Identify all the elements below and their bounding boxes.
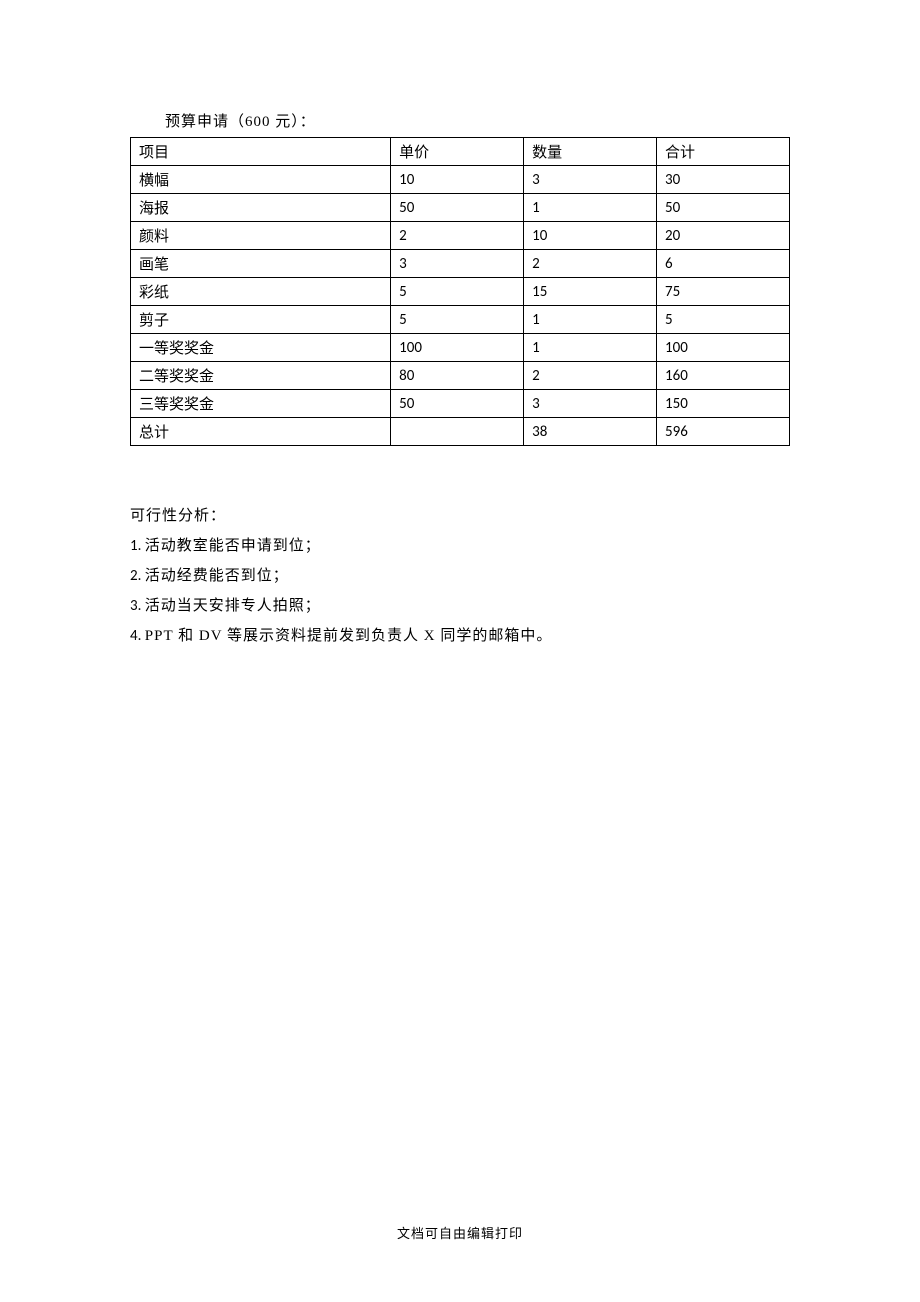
- cell-item: 剪子: [131, 306, 391, 334]
- header-unit-price: 单价: [391, 138, 524, 166]
- table-row: 一等奖奖金 100 1 100: [131, 334, 790, 362]
- cell-quantity: 2: [524, 362, 657, 390]
- cell-unit-price: 5: [391, 278, 524, 306]
- cell-item: 三等奖奖金: [131, 390, 391, 418]
- cell-quantity: 3: [524, 166, 657, 194]
- budget-table: 项目 单价 数量 合计 横幅 10 3 30 海报 50 1 50 颜料 2 1…: [130, 137, 790, 446]
- cell-item: 颜料: [131, 222, 391, 250]
- cell-item: 横幅: [131, 166, 391, 194]
- table-row: 三等奖奖金 50 3 150: [131, 390, 790, 418]
- cell-unit-price: 80: [391, 362, 524, 390]
- cell-unit-price: 100: [391, 334, 524, 362]
- table-summary-row: 总计 38 596: [131, 418, 790, 446]
- cell-quantity: 1: [524, 306, 657, 334]
- budget-title: 预算申请（600 元）：: [165, 110, 790, 131]
- cell-item: 画笔: [131, 250, 391, 278]
- cell-quantity: 10: [524, 222, 657, 250]
- cell-unit-price: 3: [391, 250, 524, 278]
- cell-item: 一等奖奖金: [131, 334, 391, 362]
- cell-quantity: 38: [524, 418, 657, 446]
- analysis-item: 1. 活动教室能否申请到位；: [130, 531, 790, 561]
- cell-quantity: 1: [524, 194, 657, 222]
- feasibility-analysis-section: 可行性分析： 1. 活动教室能否申请到位； 2. 活动经费能否到位； 3. 活动…: [130, 501, 790, 651]
- table-row: 颜料 2 10 20: [131, 222, 790, 250]
- analysis-number: 1.: [130, 537, 145, 555]
- analysis-text: 活动经费能否到位；: [145, 568, 289, 584]
- analysis-number: 4.: [130, 627, 145, 645]
- cell-item: 总计: [131, 418, 391, 446]
- table-row: 横幅 10 3 30: [131, 166, 790, 194]
- analysis-text: 活动教室能否申请到位；: [145, 538, 321, 554]
- cell-item: 二等奖奖金: [131, 362, 391, 390]
- analysis-item: 2. 活动经费能否到位；: [130, 561, 790, 591]
- cell-unit-price: 2: [391, 222, 524, 250]
- cell-unit-price: [391, 418, 524, 446]
- cell-unit-price: 5: [391, 306, 524, 334]
- analysis-number: 2.: [130, 567, 145, 585]
- cell-total: 596: [657, 418, 790, 446]
- header-quantity: 数量: [524, 138, 657, 166]
- analysis-title: 可行性分析：: [130, 501, 790, 531]
- table-row: 彩纸 5 15 75: [131, 278, 790, 306]
- header-total: 合计: [657, 138, 790, 166]
- cell-total: 160: [657, 362, 790, 390]
- cell-total: 20: [657, 222, 790, 250]
- cell-total: 5: [657, 306, 790, 334]
- cell-total: 100: [657, 334, 790, 362]
- cell-total: 6: [657, 250, 790, 278]
- analysis-item: 3. 活动当天安排专人拍照；: [130, 591, 790, 621]
- cell-total: 30: [657, 166, 790, 194]
- table-row: 海报 50 1 50: [131, 194, 790, 222]
- table-header-row: 项目 单价 数量 合计: [131, 138, 790, 166]
- cell-unit-price: 50: [391, 194, 524, 222]
- header-item: 项目: [131, 138, 391, 166]
- cell-item: 彩纸: [131, 278, 391, 306]
- table-row: 剪子 5 1 5: [131, 306, 790, 334]
- cell-quantity: 1: [524, 334, 657, 362]
- table-row: 画笔 3 2 6: [131, 250, 790, 278]
- cell-quantity: 3: [524, 390, 657, 418]
- analysis-item: 4. PPT 和 DV 等展示资料提前发到负责人 X 同学的邮箱中。: [130, 621, 790, 651]
- cell-item: 海报: [131, 194, 391, 222]
- cell-total: 75: [657, 278, 790, 306]
- cell-quantity: 2: [524, 250, 657, 278]
- table-row: 二等奖奖金 80 2 160: [131, 362, 790, 390]
- cell-quantity: 15: [524, 278, 657, 306]
- cell-total: 50: [657, 194, 790, 222]
- footer-text: 文档可自由编辑打印: [0, 1223, 920, 1242]
- cell-total: 150: [657, 390, 790, 418]
- analysis-text: 活动当天安排专人拍照；: [145, 598, 321, 614]
- cell-unit-price: 50: [391, 390, 524, 418]
- analysis-text: PPT 和 DV 等展示资料提前发到负责人 X 同学的邮箱中。: [145, 628, 553, 644]
- cell-unit-price: 10: [391, 166, 524, 194]
- analysis-number: 3.: [130, 597, 145, 615]
